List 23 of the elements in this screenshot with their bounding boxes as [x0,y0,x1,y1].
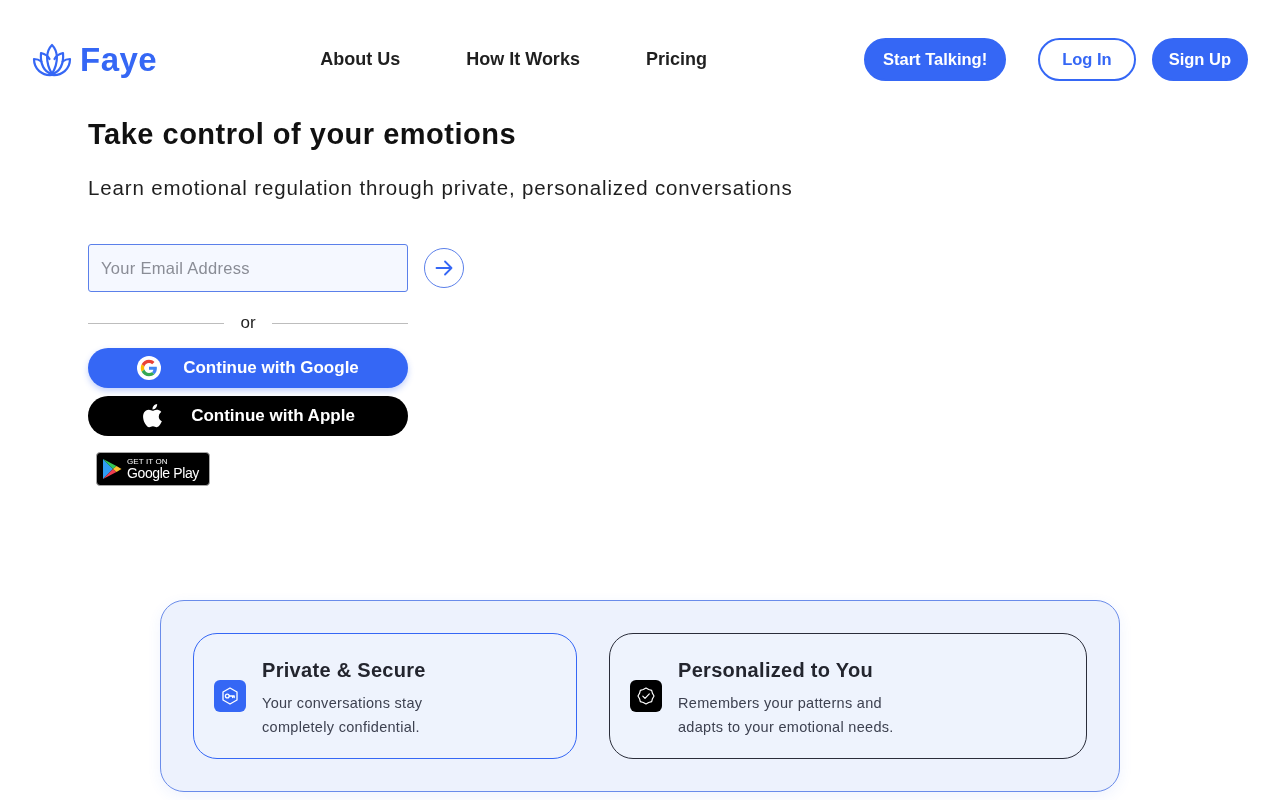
play-triangle-icon [102,458,122,480]
hero-title: Take control of your emotions [88,117,517,151]
nav-link[interactable]: About Us [320,49,401,70]
hero-subtitle: Learn emotional regulation through private, personalized conversations [88,175,793,201]
lotus-logo-icon [32,42,72,77]
outline-button[interactable]: Log In [1038,38,1136,81]
divider-text: or [239,313,257,333]
feature-description: Your conversations stay completely confidential. [262,694,423,737]
apple-signin-button[interactable]: Continue with Apple [88,396,408,436]
google-signin-button[interactable]: Continue with Google [88,348,408,388]
google-g-icon [137,356,162,380]
submit-button[interactable] [424,248,464,288]
arrow-right-icon [434,258,454,278]
feature-description: Remembers your patterns and adapts to your emotional needs. [678,694,894,737]
email-input[interactable]: Your Email Address [88,244,408,292]
feature-title: Private & Secure [262,658,426,683]
primary-button[interactable]: Sign Up [1151,38,1248,81]
google-play-badge[interactable]: GET IT ON Google Play [96,452,210,486]
primary-button[interactable]: Start Talking! [863,38,1007,81]
nav-link[interactable]: How It Works [466,49,580,70]
logo-text[interactable]: Faye [80,40,158,79]
feature-title: Personalized to You [678,658,873,683]
nav-link[interactable]: Pricing [645,49,707,70]
